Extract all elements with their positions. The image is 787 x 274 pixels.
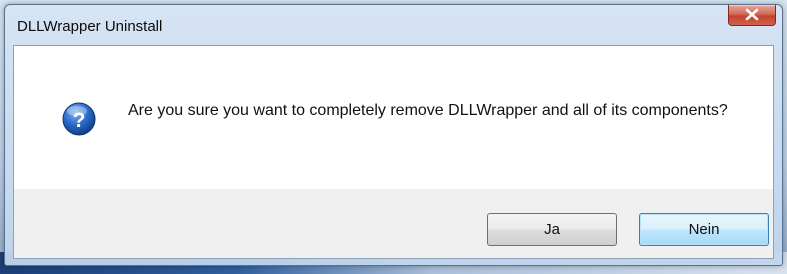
dialog-client-area: ? Are you sure you want to completely re…	[13, 45, 774, 259]
close-button[interactable]	[728, 5, 776, 26]
window-title: DLLWrapper Uninstall	[17, 18, 163, 35]
close-icon	[745, 8, 759, 21]
title-bar[interactable]: DLLWrapper Uninstall	[5, 5, 782, 44]
message-area: ? Are you sure you want to completely re…	[14, 46, 773, 189]
svg-text:?: ?	[73, 109, 86, 132]
yes-button[interactable]: Ja	[487, 213, 617, 246]
no-button[interactable]: Nein	[639, 213, 769, 246]
confirmation-message: Are you sure you want to completely remo…	[128, 102, 728, 119]
question-icon: ?	[62, 102, 96, 136]
dialog-window: DLLWrapper Uninstall ? Are you sure you …	[4, 4, 783, 266]
